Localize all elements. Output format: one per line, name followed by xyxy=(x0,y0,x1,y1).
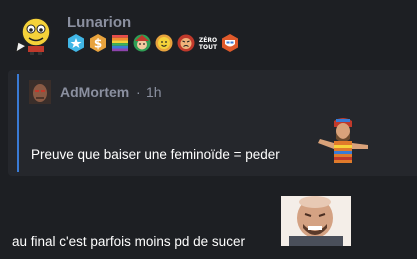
quoted-message-text: Preuve que baiser une feminoïde = peder xyxy=(31,147,280,162)
quote-accent-bar xyxy=(17,74,19,172)
meta-separator: · xyxy=(136,84,141,100)
badge-list: $ ZÉRO TOUT xyxy=(66,33,240,53)
quoted-author-name[interactable]: AdMortem xyxy=(60,84,129,100)
star-hexagon-badge-icon[interactable] xyxy=(66,33,86,53)
username[interactable]: Lunarion xyxy=(67,14,131,31)
zero-tout-badge-icon[interactable]: ZÉRO TOUT xyxy=(198,33,218,53)
zero-text: ZÉRO xyxy=(199,36,217,44)
angry-face-badge-icon[interactable] xyxy=(176,33,196,53)
dollar-hexagon-badge-icon[interactable]: $ xyxy=(88,33,108,53)
shield-badge-icon[interactable] xyxy=(220,33,240,53)
elf-face-badge-icon[interactable] xyxy=(132,33,152,53)
laughing-man-sticker xyxy=(281,196,351,246)
user-avatar[interactable] xyxy=(12,12,56,56)
svg-text:$: $ xyxy=(94,37,102,51)
quoted-timestamp: 1h xyxy=(146,84,162,100)
rainbow-badge-icon[interactable] xyxy=(110,33,130,53)
message-text: au final c'est parfois moins pd de sucer xyxy=(12,234,245,249)
tout-text: TOUT xyxy=(199,44,218,51)
quoted-user-avatar[interactable] xyxy=(29,80,51,104)
smiley-face-badge-icon[interactable] xyxy=(154,33,174,53)
dancing-man-sticker xyxy=(318,118,368,163)
